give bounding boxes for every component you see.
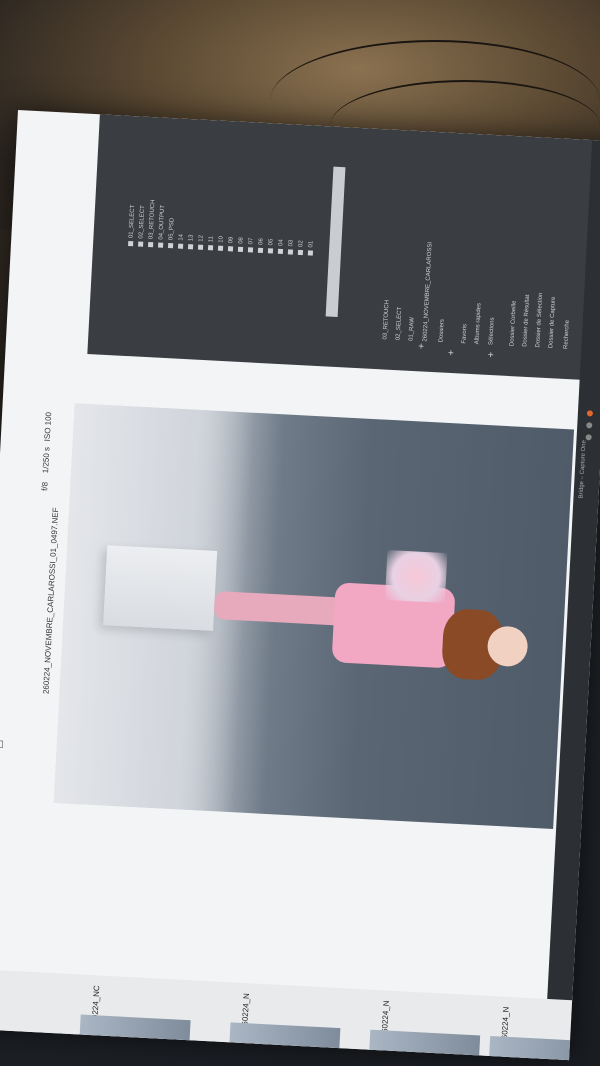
status-icons: ☐ ⋮ (0, 740, 5, 860)
filmstrip-thumbnail (488, 1035, 600, 1061)
iso-value: ISO 100 (42, 411, 54, 442)
library-sidebar: Bibliothèque Recherche Dossier de Captur… (87, 114, 600, 382)
filename-label: 260224_NOVEMBRE_CARLAROSSI_01_0497.NEF (41, 507, 61, 695)
filmstrip-item[interactable]: 260224_NC (79, 985, 202, 1051)
photo-cube-prop (103, 545, 218, 631)
filmstrip-thumbnail (79, 1014, 191, 1051)
aperture-value: f/8 (40, 481, 50, 492)
add-icon[interactable]: + (418, 341, 424, 352)
numbered-folder-list: 01 02 03 04 05 06 07 08 09 10 11 12 13 1… (98, 135, 338, 347)
photo-bouquet (384, 549, 448, 604)
filmstrip-item[interactable]: 260224_N (488, 1006, 600, 1061)
filmstrip-thumbnail (368, 1029, 481, 1061)
monitor-screen: Bibliothèque Recherche Dossier de Captur… (0, 110, 600, 1061)
more-icon[interactable]: ⋮ (0, 751, 4, 763)
add-icon[interactable]: + (448, 348, 454, 359)
window-button-icon[interactable] (586, 422, 593, 429)
filmstrip-item[interactable]: 260224_N (368, 1000, 492, 1061)
main-image-viewer[interactable] (53, 403, 575, 829)
filmstrip-item[interactable]: 260224_N (228, 992, 352, 1059)
shutter-value: 1/250 s (41, 446, 52, 474)
window-button-icon[interactable] (586, 410, 594, 417)
filmstrip: 260224_NC 260224_N 260224_N 260224_N (0, 968, 600, 1061)
filmstrip-thumbnail (228, 1022, 341, 1059)
checkbox-icon[interactable]: ☐ (0, 740, 5, 752)
add-icon[interactable]: + (488, 350, 494, 361)
